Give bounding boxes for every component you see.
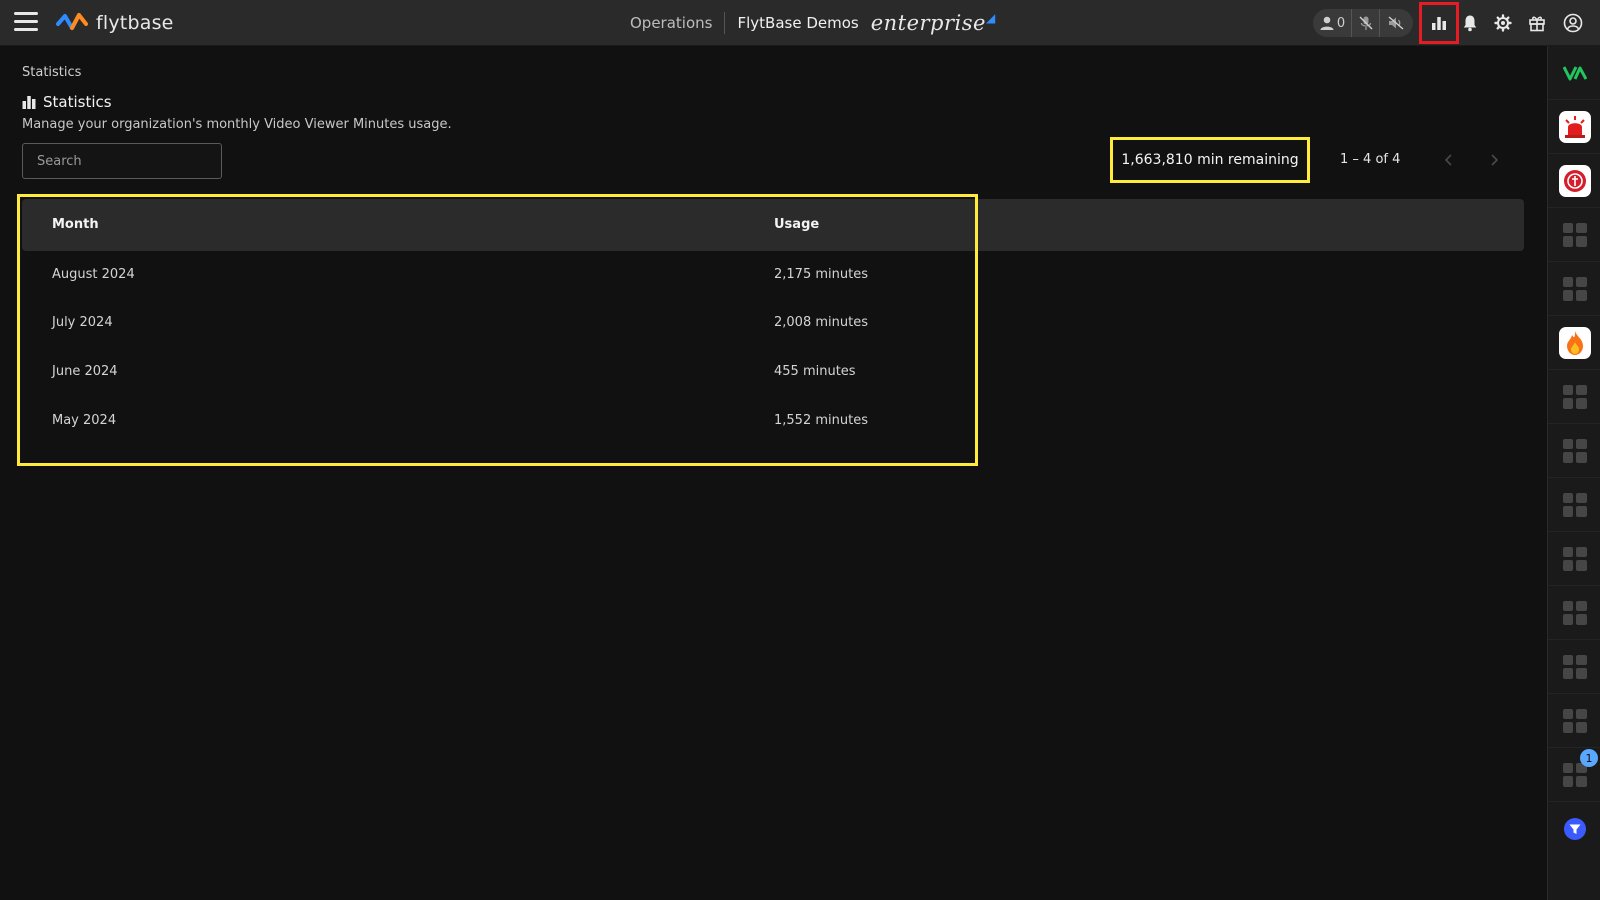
security-badge-icon [1558, 164, 1591, 197]
org-name[interactable]: FlytBase Demos [737, 14, 858, 32]
table-row[interactable]: July 2024 2,008 minutes [22, 299, 972, 347]
flytbase-logo-icon [56, 13, 88, 30]
rail-app-slot[interactable] [1548, 262, 1600, 316]
month-cell: May 2024 [52, 413, 117, 428]
add-app-icon [1562, 708, 1587, 733]
rail-app-slot[interactable] [1548, 532, 1600, 586]
rail-app-va[interactable] [1548, 46, 1600, 100]
top-bar: flytbase Operations FlytBase Demos enter… [0, 0, 1600, 46]
minutes-remaining: 1,663,810 min remaining [1110, 137, 1310, 183]
column-header-usage[interactable]: Usage [774, 217, 819, 232]
menu-line [14, 12, 38, 15]
table-row[interactable]: August 2024 2,175 minutes [22, 251, 972, 299]
add-app-icon [1562, 276, 1587, 301]
speaker-off-icon [1388, 16, 1403, 30]
rail-app-slot[interactable] [1548, 370, 1600, 424]
notification-badge: 1 [1580, 749, 1598, 767]
search-input[interactable] [22, 143, 222, 179]
bar-chart-icon [22, 96, 36, 109]
rail-app-slot[interactable] [1548, 640, 1600, 694]
usage-cell: 1,552 minutes [774, 413, 868, 428]
breadcrumb[interactable]: Statistics [22, 65, 81, 80]
gift-button[interactable] [1523, 9, 1551, 37]
speaker-toggle[interactable] [1379, 9, 1411, 37]
column-header-month[interactable]: Month [52, 217, 99, 232]
table-row[interactable]: June 2024 455 minutes [22, 348, 972, 396]
edition-text: enterprise [870, 11, 986, 35]
flytbase-logo[interactable]: flytbase [56, 10, 174, 36]
menu-line [14, 20, 38, 23]
add-app-icon [1562, 600, 1587, 625]
usage-cell: 2,175 minutes [774, 267, 868, 282]
flame-glyph [1566, 330, 1583, 355]
add-app-icon [1562, 654, 1587, 679]
va-logo-icon [1562, 65, 1587, 80]
rail-app-slot[interactable] [1548, 424, 1600, 478]
chevron-left-icon [1444, 154, 1452, 166]
nav-operations-link[interactable]: Operations [630, 14, 712, 32]
rail-app-slot[interactable] [1548, 208, 1600, 262]
center-nav: Operations FlytBase Demos enterprise◢ [630, 0, 996, 46]
nav-divider [724, 12, 726, 34]
badge-glyph [1563, 169, 1586, 192]
siren-glyph [1564, 115, 1585, 138]
edition-mark-icon: ◢ [985, 11, 996, 25]
rail-app-slot[interactable] [1548, 478, 1600, 532]
rail-app-slot[interactable] [1548, 694, 1600, 748]
usage-cell: 455 minutes [774, 364, 856, 379]
rail-app-slot-with-badge[interactable]: 1 [1548, 748, 1600, 802]
table-row[interactable]: May 2024 1,552 minutes [22, 397, 972, 445]
user-icon [1320, 16, 1334, 30]
page-title: Statistics [22, 93, 112, 111]
gear-icon [1494, 14, 1512, 32]
table-header: Month Usage [22, 199, 1524, 251]
alarm-siren-icon [1558, 110, 1591, 143]
participants-button[interactable]: 0 [1313, 9, 1351, 37]
bar-chart-icon [1432, 17, 1446, 30]
app-rail: 1 [1547, 46, 1600, 900]
rail-app-alarm[interactable] [1548, 100, 1600, 154]
brand-name: flytbase [96, 12, 174, 34]
bell-icon [1463, 15, 1477, 32]
mic-toggle[interactable] [1351, 9, 1379, 37]
statistics-button[interactable] [1419, 2, 1459, 44]
account-button[interactable] [1559, 9, 1587, 37]
add-app-icon [1562, 762, 1587, 787]
edition-label: enterprise◢ [871, 11, 996, 35]
rail-app-security[interactable] [1548, 154, 1600, 208]
next-page-button[interactable] [1484, 150, 1504, 170]
fire-icon [1558, 326, 1591, 359]
chevron-right-icon [1491, 154, 1499, 166]
pagination-range: 1 – 4 of 4 [1340, 152, 1401, 167]
add-app-icon [1562, 438, 1587, 463]
rail-app-fire[interactable] [1548, 316, 1600, 370]
participant-count: 0 [1336, 15, 1346, 31]
add-app-icon [1562, 546, 1587, 571]
page-subtitle: Manage your organization's monthly Video… [22, 117, 452, 132]
filter-icon [1563, 818, 1586, 840]
page-title-text: Statistics [43, 93, 112, 111]
notifications-button[interactable] [1456, 9, 1484, 37]
add-app-icon [1562, 492, 1587, 517]
month-cell: July 2024 [52, 315, 113, 330]
rail-app-slot[interactable] [1548, 586, 1600, 640]
mic-off-icon [1359, 16, 1372, 30]
rail-app-filter[interactable] [1548, 802, 1600, 856]
month-cell: August 2024 [52, 267, 135, 282]
session-controls: 0 [1313, 9, 1413, 37]
hamburger-menu-button[interactable] [14, 12, 38, 34]
usage-cell: 2,008 minutes [774, 315, 868, 330]
month-cell: June 2024 [52, 364, 118, 379]
add-app-icon [1562, 384, 1587, 409]
account-circle-icon [1563, 13, 1583, 33]
menu-line [14, 28, 38, 31]
settings-button[interactable] [1489, 9, 1517, 37]
gift-icon [1529, 16, 1545, 32]
previous-page-button[interactable] [1439, 150, 1459, 170]
add-app-icon [1562, 222, 1587, 247]
